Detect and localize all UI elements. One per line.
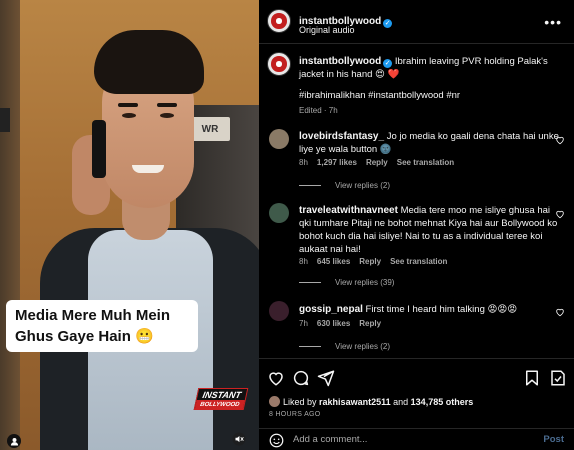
reel-video[interactable]: WR Media Mere Muh Mein Ghus Gaye Hain 😬 … <box>0 0 259 450</box>
audio-label[interactable]: Original audio <box>299 25 355 35</box>
post-timestamp: 8 HOURS AGO <box>269 411 321 418</box>
commenter-avatar[interactable] <box>269 129 289 149</box>
see-translation-button[interactable]: See translation <box>397 158 454 167</box>
view-replies-button[interactable]: View replies (2) <box>299 342 390 351</box>
like-comment-heart-icon[interactable] <box>555 135 565 145</box>
like-heart-icon[interactable] <box>267 369 285 387</box>
bookmark-icon[interactable] <box>523 369 541 387</box>
comment-username[interactable]: gossip_nepal <box>299 304 363 315</box>
comment-time: 7h <box>299 319 308 328</box>
door-sign: WR <box>190 117 230 141</box>
comment-body: gossip_nepal First time I heard him talk… <box>299 303 561 316</box>
comment-time: 8h <box>299 257 308 266</box>
background-sign <box>0 108 10 132</box>
comment-username[interactable]: traveleatwithnavneet <box>299 205 398 216</box>
commenter-avatar[interactable] <box>269 203 289 223</box>
mute-icon[interactable] <box>231 431 247 447</box>
instantbollywood-watermark-logo: INSTANT BOLLYWOOD <box>193 388 249 410</box>
like-comment-heart-icon[interactable] <box>555 307 565 317</box>
see-translation-button[interactable]: See translation <box>390 257 447 266</box>
reply-button[interactable]: Reply <box>359 319 381 328</box>
verified-badge-icon: ✓ <box>383 19 393 28</box>
video-caption: Media Mere Muh Mein Ghus Gaye Hain 😬 <box>6 300 198 352</box>
comment-username[interactable]: lovebirdsfantasy_ <box>299 131 384 142</box>
edited-timestamp: Edited · 7h <box>299 106 338 115</box>
brow-right <box>157 103 177 107</box>
comment-likes[interactable]: 630 likes <box>317 319 350 328</box>
post-comment-button[interactable]: Post <box>543 434 564 445</box>
add-comment-bar: Post <box>259 428 574 450</box>
emoji-smiley-icon[interactable] <box>269 433 284 448</box>
view-replies-button[interactable]: View replies (39) <box>299 278 394 287</box>
eye-right <box>160 113 174 118</box>
comment-text: First time I heard him talking 😡😡😡 <box>365 304 518 315</box>
share-send-icon[interactable] <box>317 369 335 387</box>
liked-by-summary: Liked by rakhisawant2511 and 134,785 oth… <box>269 396 473 407</box>
caption-username[interactable]: instantbollywood <box>299 56 381 67</box>
more-options-icon[interactable]: ••• <box>544 14 562 30</box>
caption-line-1: Media Mere Muh Mein <box>15 307 171 324</box>
person-hair <box>94 30 204 94</box>
post-panel: instantbollywood ✓ Original audio ••• ins… <box>259 0 574 450</box>
eye-left <box>122 113 136 118</box>
save-to-collection-icon[interactable] <box>549 369 567 387</box>
comment-meta: 8h 645 likes Reply See translation <box>299 257 456 266</box>
brow-left <box>118 103 138 107</box>
caption-avatar[interactable] <box>267 52 291 76</box>
reply-button[interactable]: Reply <box>359 257 381 266</box>
instantbollywood-avatar[interactable] <box>267 9 291 33</box>
caption-hashtags[interactable]: #ibrahimalikhan #instantbollywood #nr <box>299 89 460 102</box>
grimace-emoji-icon: 😬 <box>135 328 154 345</box>
post-actions: Liked by rakhisawant2511 and 134,785 oth… <box>259 358 574 428</box>
reply-button[interactable]: Reply <box>366 158 388 167</box>
others-count[interactable]: 134,785 others <box>411 397 474 407</box>
comment-body: traveleatwithnavneet Media tere moo me i… <box>299 204 561 256</box>
comment-likes[interactable]: 645 likes <box>317 257 350 266</box>
comment-time: 8h <box>299 158 308 167</box>
commenter-avatar[interactable] <box>269 301 289 321</box>
comment-meta: 8h 1,297 likes Reply See translation <box>299 158 463 167</box>
comment-likes[interactable]: 1,297 likes <box>317 158 357 167</box>
post-header: instantbollywood ✓ Original audio ••• <box>259 0 574 44</box>
tagged-user-icon[interactable] <box>7 434 21 448</box>
view-replies-button[interactable]: View replies (2) <box>299 181 390 190</box>
verified-badge-icon: ✓ <box>383 59 393 68</box>
caption-body: instantbollywood ✓ Ibrahim leaving PVR ho… <box>299 55 569 81</box>
like-comment-heart-icon[interactable] <box>555 209 565 219</box>
person-mouth <box>132 165 164 173</box>
comment-input[interactable] <box>293 434 513 445</box>
comment-meta: 7h 630 likes Reply <box>299 319 390 328</box>
comment-body: lovebirdsfantasy_ Jo jo media ko gaali d… <box>299 130 561 156</box>
phone-in-hand <box>92 120 106 178</box>
liker-username[interactable]: rakhisawant2511 <box>319 397 391 407</box>
comment-bubble-icon[interactable] <box>292 369 310 387</box>
liker-avatar[interactable] <box>269 396 280 407</box>
caption-line-2: Ghus Gaye Hain 😬 <box>15 328 154 345</box>
background-wall <box>0 0 20 450</box>
